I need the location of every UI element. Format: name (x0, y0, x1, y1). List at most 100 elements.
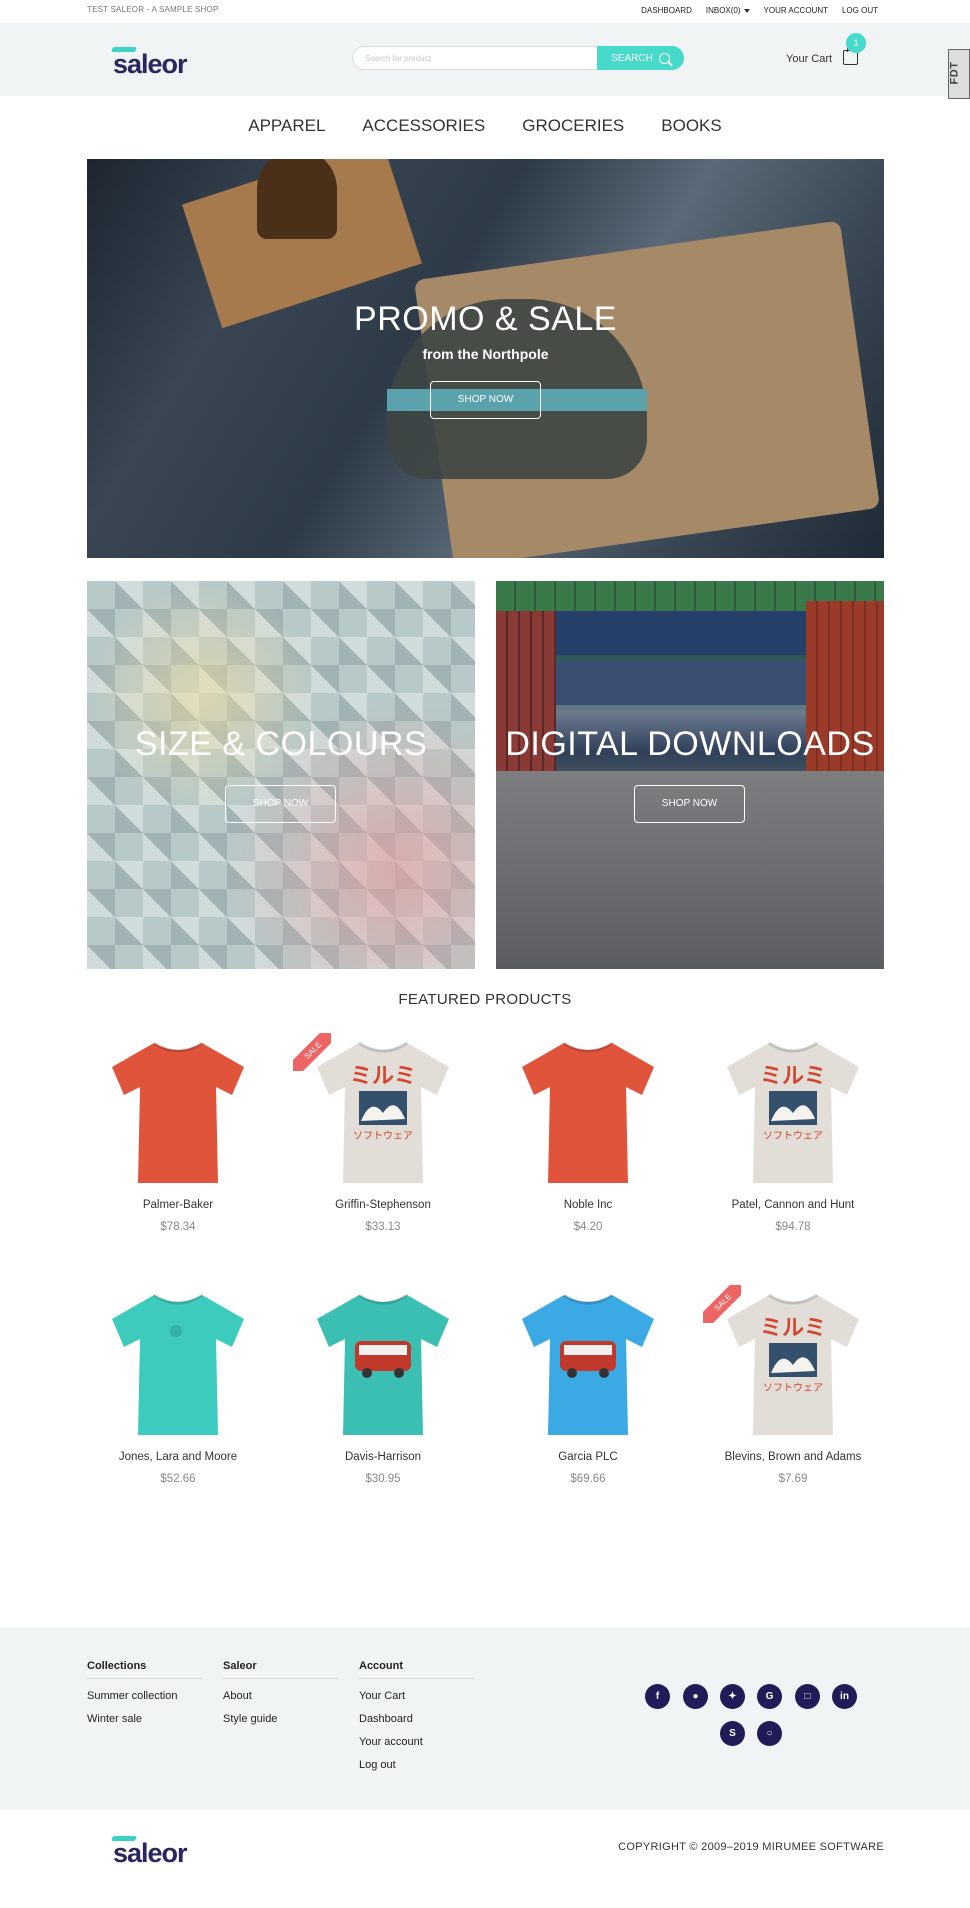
footer-column-saleor: Saleor About Style guide (223, 1660, 338, 1725)
product-name[interactable]: Patel, Cannon and Hunt (703, 1199, 883, 1211)
svg-text:ソフトウェア: ソフトウェア (763, 1130, 823, 1142)
debug-toolbar-toggle[interactable]: FDT (948, 49, 970, 99)
skype-icon[interactable]: S (720, 1721, 745, 1746)
footer: Collections Summer collection Winter sal… (0, 1627, 970, 1810)
your-account-link[interactable]: YOUR ACCOUNT (764, 6, 828, 15)
product-card[interactable]: ミルミソフトウェア SALE Griffin-Stephenson $33.13 (293, 1033, 473, 1273)
footer-link[interactable]: Winter sale (87, 1713, 202, 1725)
dashboard-link[interactable]: DASHBOARD (641, 6, 692, 15)
search-button[interactable]: SEARCH (597, 46, 684, 70)
nav-item-books[interactable]: BOOKS (661, 116, 721, 136)
product-price: $30.95 (365, 1473, 401, 1485)
svg-text:ミルミ: ミルミ (350, 1064, 416, 1089)
nav-item-groceries[interactable]: GROCERIES (522, 116, 624, 136)
bottom-bar: saleor COPYRIGHT © 2009–2019 MIRUMEE SOF… (0, 1810, 970, 1908)
nav-item-apparel[interactable]: APPAREL (248, 116, 325, 136)
promo-tile-digital-downloads: DIGITAL DOWNLOADS SHOP NOW (496, 581, 884, 969)
product-card[interactable]: Garcia PLC $69.66 (498, 1285, 678, 1525)
search-input[interactable] (352, 46, 602, 70)
tile-shop-now-button[interactable]: SHOP NOW (225, 785, 336, 823)
tshirt-image (112, 1041, 244, 1183)
inbox-menu[interactable]: INBOX(0) (706, 6, 750, 15)
product-name[interactable]: Palmer-Baker (88, 1199, 268, 1211)
tile-title: SIZE & COLOURS (134, 725, 428, 763)
inbox-label: INBOX(0) (705, 6, 741, 15)
product-card[interactable]: ミルミ ソフトウェア Patel, Cannon and Hunt $94.78 (703, 1033, 883, 1273)
sale-label: SALE (703, 1285, 741, 1323)
product-name[interactable]: Garcia PLC (498, 1451, 678, 1463)
featured-products-heading: FEATURED PRODUCTS (398, 991, 572, 1008)
product-name[interactable]: Blevins, Brown and Adams (703, 1451, 883, 1463)
tshirt-image: ミルミソフトウェア (727, 1293, 859, 1435)
nav-item-accessories[interactable]: ACCESSORIES (362, 116, 485, 136)
product-price: $69.66 (570, 1473, 606, 1485)
search-button-label: SEARCH (611, 52, 653, 64)
hero-banner: PROMO & SALE from the Northpole SHOP NOW (87, 159, 884, 558)
cart-label: Your Cart (786, 53, 833, 65)
footer-heading: Saleor (223, 1660, 338, 1679)
product-price: $78.34 (160, 1221, 196, 1233)
product-name[interactable]: Griffin-Stephenson (293, 1199, 473, 1211)
footer-link[interactable]: Style guide (223, 1713, 338, 1725)
footer-link[interactable]: Your account (359, 1736, 474, 1748)
product-price: $52.66 (160, 1473, 196, 1485)
debug-toolbar-label: FDT (948, 61, 961, 85)
footer-column-collections: Collections Summer collection Winter sal… (87, 1660, 202, 1725)
search-form: SEARCH (352, 46, 684, 71)
facebook-icon[interactable]: f (645, 1684, 670, 1709)
sale-ribbon: SALE (703, 1285, 741, 1323)
product-name[interactable]: Noble Inc (498, 1199, 678, 1211)
cart-link[interactable]: Your Cart 1 (786, 33, 866, 65)
main-nav: APPAREL ACCESSORIES GROCERIES BOOKS (0, 116, 970, 136)
product-card[interactable]: Palmer-Baker $78.34 (88, 1033, 268, 1273)
footer-link[interactable]: Log out (359, 1759, 474, 1771)
shop-name: TEST SALEOR - A SAMPLE SHOP (87, 5, 219, 14)
product-price: $33.13 (365, 1221, 401, 1233)
footer-column-account: Account Your Cart Dashboard Your account… (359, 1660, 474, 1771)
tile-shop-now-button[interactable]: SHOP NOW (634, 785, 745, 823)
svg-text:ミルミ: ミルミ (760, 1064, 826, 1089)
footer-saleor-logo[interactable]: saleor (110, 1834, 192, 1868)
chevron-down-icon (743, 8, 750, 13)
google-plus-icon[interactable]: G (757, 1684, 782, 1709)
svg-text:ソフトウェア: ソフトウェア (763, 1382, 823, 1394)
product-card[interactable]: Davis-Harrison $30.95 (293, 1285, 473, 1525)
product-name[interactable]: Davis-Harrison (293, 1451, 473, 1463)
footer-link[interactable]: Dashboard (359, 1713, 474, 1725)
search-icon (658, 52, 670, 64)
footer-link[interactable]: About (223, 1690, 338, 1702)
github-icon[interactable]: ● (683, 1684, 708, 1709)
container-stack (556, 661, 806, 705)
product-price: $7.69 (778, 1473, 808, 1485)
svg-text:ソフトウェア: ソフトウェア (353, 1130, 413, 1142)
promo-tile-size-colours: SIZE & COLOURS SHOP NOW (87, 581, 475, 969)
saleor-logo[interactable]: saleor (110, 45, 192, 79)
footer-link[interactable]: Summer collection (87, 1690, 202, 1702)
tshirt-image (317, 1293, 449, 1435)
copyright-text: COPYRIGHT © 2009–2019 MIRUMEE SOFTWARE (618, 1841, 884, 1853)
logo-text: saleor (113, 49, 188, 79)
product-name[interactable]: Jones, Lara and Moore (88, 1451, 268, 1463)
top-links: DASHBOARD INBOX(0) YOUR ACCOUNT LOG OUT (641, 6, 878, 15)
logo-text: saleor (113, 1838, 188, 1868)
container-stack (556, 611, 806, 655)
product-card[interactable]: Jones, Lara and Moore $52.66 (88, 1285, 268, 1525)
hero-shop-now-button[interactable]: SHOP NOW (430, 381, 541, 419)
instagram-round-icon[interactable]: ○ (757, 1721, 782, 1746)
hero-subtitle: from the Northpole (422, 346, 549, 362)
cart-count-badge: 1 (846, 33, 866, 53)
linkedin-icon[interactable]: in (832, 1684, 857, 1709)
footer-heading: Account (359, 1660, 474, 1679)
product-card[interactable]: Noble Inc $4.20 (498, 1033, 678, 1273)
logout-link[interactable]: LOG OUT (842, 6, 878, 15)
tshirt-image (522, 1041, 654, 1183)
footer-link[interactable]: Your Cart (359, 1690, 474, 1702)
twitter-icon[interactable]: ✦ (720, 1684, 745, 1709)
header: saleor SEARCH Your Cart 1 FDT (0, 23, 970, 99)
tshirt-image (522, 1293, 654, 1435)
hero-stamp-handle (257, 159, 337, 239)
product-card[interactable]: ミルミ ソフトウェア SALE Blevins, Brown and Adams $7.… (703, 1285, 883, 1525)
instagram-icon[interactable]: □ (795, 1684, 820, 1709)
hero-title: PROMO & SALE (354, 300, 617, 338)
sale-ribbon: SALE (293, 1033, 331, 1071)
